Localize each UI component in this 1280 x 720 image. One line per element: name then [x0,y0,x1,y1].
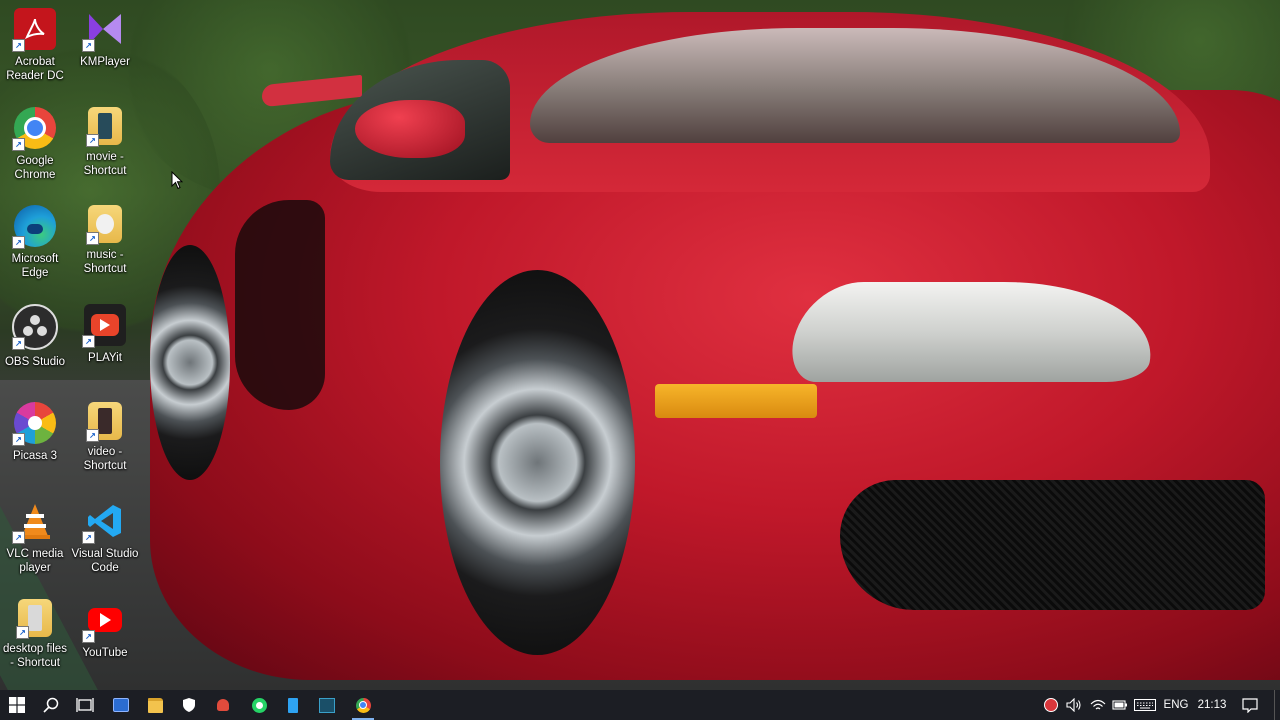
taskbar-app-security[interactable] [172,690,206,720]
car-side-intake [235,200,325,410]
document-app-icon [288,697,298,713]
tray-item-battery[interactable] [1110,690,1130,720]
desktop-icon-vscode[interactable]: ↗ Visual Studio Code [70,494,140,575]
notification-center-icon [1242,697,1258,713]
recorder-app-icon [217,699,229,711]
desktop-icon-vlc[interactable]: ↗ VLC media player [0,494,70,575]
search-button[interactable] [34,690,68,720]
show-desktop-button[interactable] [1274,690,1280,720]
vlc-icon: ↗ [12,500,56,544]
taskbar-app-remote[interactable] [310,690,344,720]
desktop-icon-obs[interactable]: ↗ OBS Studio [0,298,70,369]
picasa-icon: ↗ [12,402,56,446]
desktop-icon-movie[interactable]: ↗ movie - Shortcut [70,101,140,178]
desktop-icon-picasa[interactable]: ↗ Picasa 3 [0,396,70,463]
recording-tray-icon [1044,698,1058,712]
desktop-icon-label: OBS Studio [4,356,66,368]
file-explorer-icon [147,697,163,713]
taskbar-app-whatsapp[interactable] [242,690,276,720]
edge-icon: ↗ [12,205,56,249]
tray-item-wifi[interactable] [1086,690,1110,720]
car-rear-wheel [150,245,230,480]
tray-item-keyboard[interactable] [1132,690,1158,720]
desktop-icon-label: Acrobat Reader DC [6,56,64,82]
obs-icon: ↗ [12,304,58,350]
car-wallpaper [0,0,1280,690]
language-indicator[interactable]: ENG [1160,690,1192,720]
youtube-icon: ↗ [82,599,126,643]
folder-icon: ↗ [86,107,122,147]
mouse-cursor-icon [171,171,183,190]
desktop-icon-label: desktop files - Shortcut [3,643,67,669]
desktop-icon-label: KMPlayer [80,56,130,68]
taskbar-app-calculator[interactable] [104,690,138,720]
whatsapp-icon [251,697,267,713]
desktop-icon-label: Visual Studio Code [71,548,139,574]
desktop-icon-label: video - Shortcut [83,446,127,472]
taskbar-app-recorder[interactable] [206,690,240,720]
car-indicator [655,384,817,418]
taskbar-app-chrome[interactable] [346,690,380,720]
security-shield-icon [183,698,195,712]
desktop-icon-label: Google Chrome [14,155,56,181]
playit-icon: ↗ [82,304,126,348]
folder-icon: ↗ [86,205,122,245]
wifi-icon [1090,699,1106,710]
car-mirror [355,100,465,158]
car-grille [840,480,1265,610]
folder-icon: ↗ [16,599,52,639]
calculator-app-icon [113,698,129,712]
taskbar-app-file-explorer[interactable] [138,690,172,720]
desktop-icon-label: Microsoft Edge [11,253,59,279]
desktop-icon-kmplayer[interactable]: ↗ KMPlayer [70,2,140,69]
task-view-button[interactable] [68,690,102,720]
chrome-taskbar-icon [355,697,371,713]
volume-icon [1066,698,1081,712]
task-view-icon [76,698,94,712]
tray-item-volume[interactable] [1062,690,1086,720]
search-icon [43,697,59,713]
desktop-icon-desktop-files[interactable]: ↗ desktop files - Shortcut [0,593,70,670]
desktop-icon-label: Picasa 3 [12,450,58,462]
battery-icon [1112,700,1127,710]
acrobat-icon: ↗ [12,8,56,52]
remote-app-icon [319,697,335,713]
desktop-icon-music[interactable]: ↗ music - Shortcut [70,199,140,276]
desktop[interactable]: ↗ Acrobat Reader DC ↗ Google Chrome ↗ Mi… [0,0,1280,690]
chrome-icon: ↗ [12,107,56,151]
folder-icon: ↗ [86,402,122,442]
desktop-icon-video[interactable]: ↗ video - Shortcut [70,396,140,473]
vscode-icon: ↗ [82,500,126,544]
tray-item-recording[interactable] [1040,690,1062,720]
desktop-icon-acrobat[interactable]: ↗ Acrobat Reader DC [0,2,70,83]
desktop-icon-label: YouTube [82,647,128,659]
desktop-icon-chrome[interactable]: ↗ Google Chrome [0,101,70,182]
start-button[interactable] [0,690,34,720]
kmplayer-icon: ↗ [82,8,126,52]
desktop-icon-playit[interactable]: ↗ PLAYit [70,298,140,365]
desktop-icon-edge[interactable]: ↗ Microsoft Edge [0,199,70,280]
windows-start-icon [9,697,25,713]
desktop-icon-label: movie - Shortcut [83,151,127,177]
car-front-wheel [440,270,635,655]
desktop-icon-label: VLC media player [6,548,64,574]
taskbar: ENG 21:13 [0,690,1280,720]
clock[interactable]: 21:13 [1194,690,1230,720]
touch-keyboard-icon [1134,699,1156,711]
desktop-icon-label: music - Shortcut [83,249,127,275]
desktop-icon-label: PLAYit [88,352,122,364]
desktop-icon-youtube[interactable]: ↗ YouTube [70,593,140,660]
notifications-button[interactable] [1236,690,1264,720]
taskbar-app-document[interactable] [276,690,310,720]
